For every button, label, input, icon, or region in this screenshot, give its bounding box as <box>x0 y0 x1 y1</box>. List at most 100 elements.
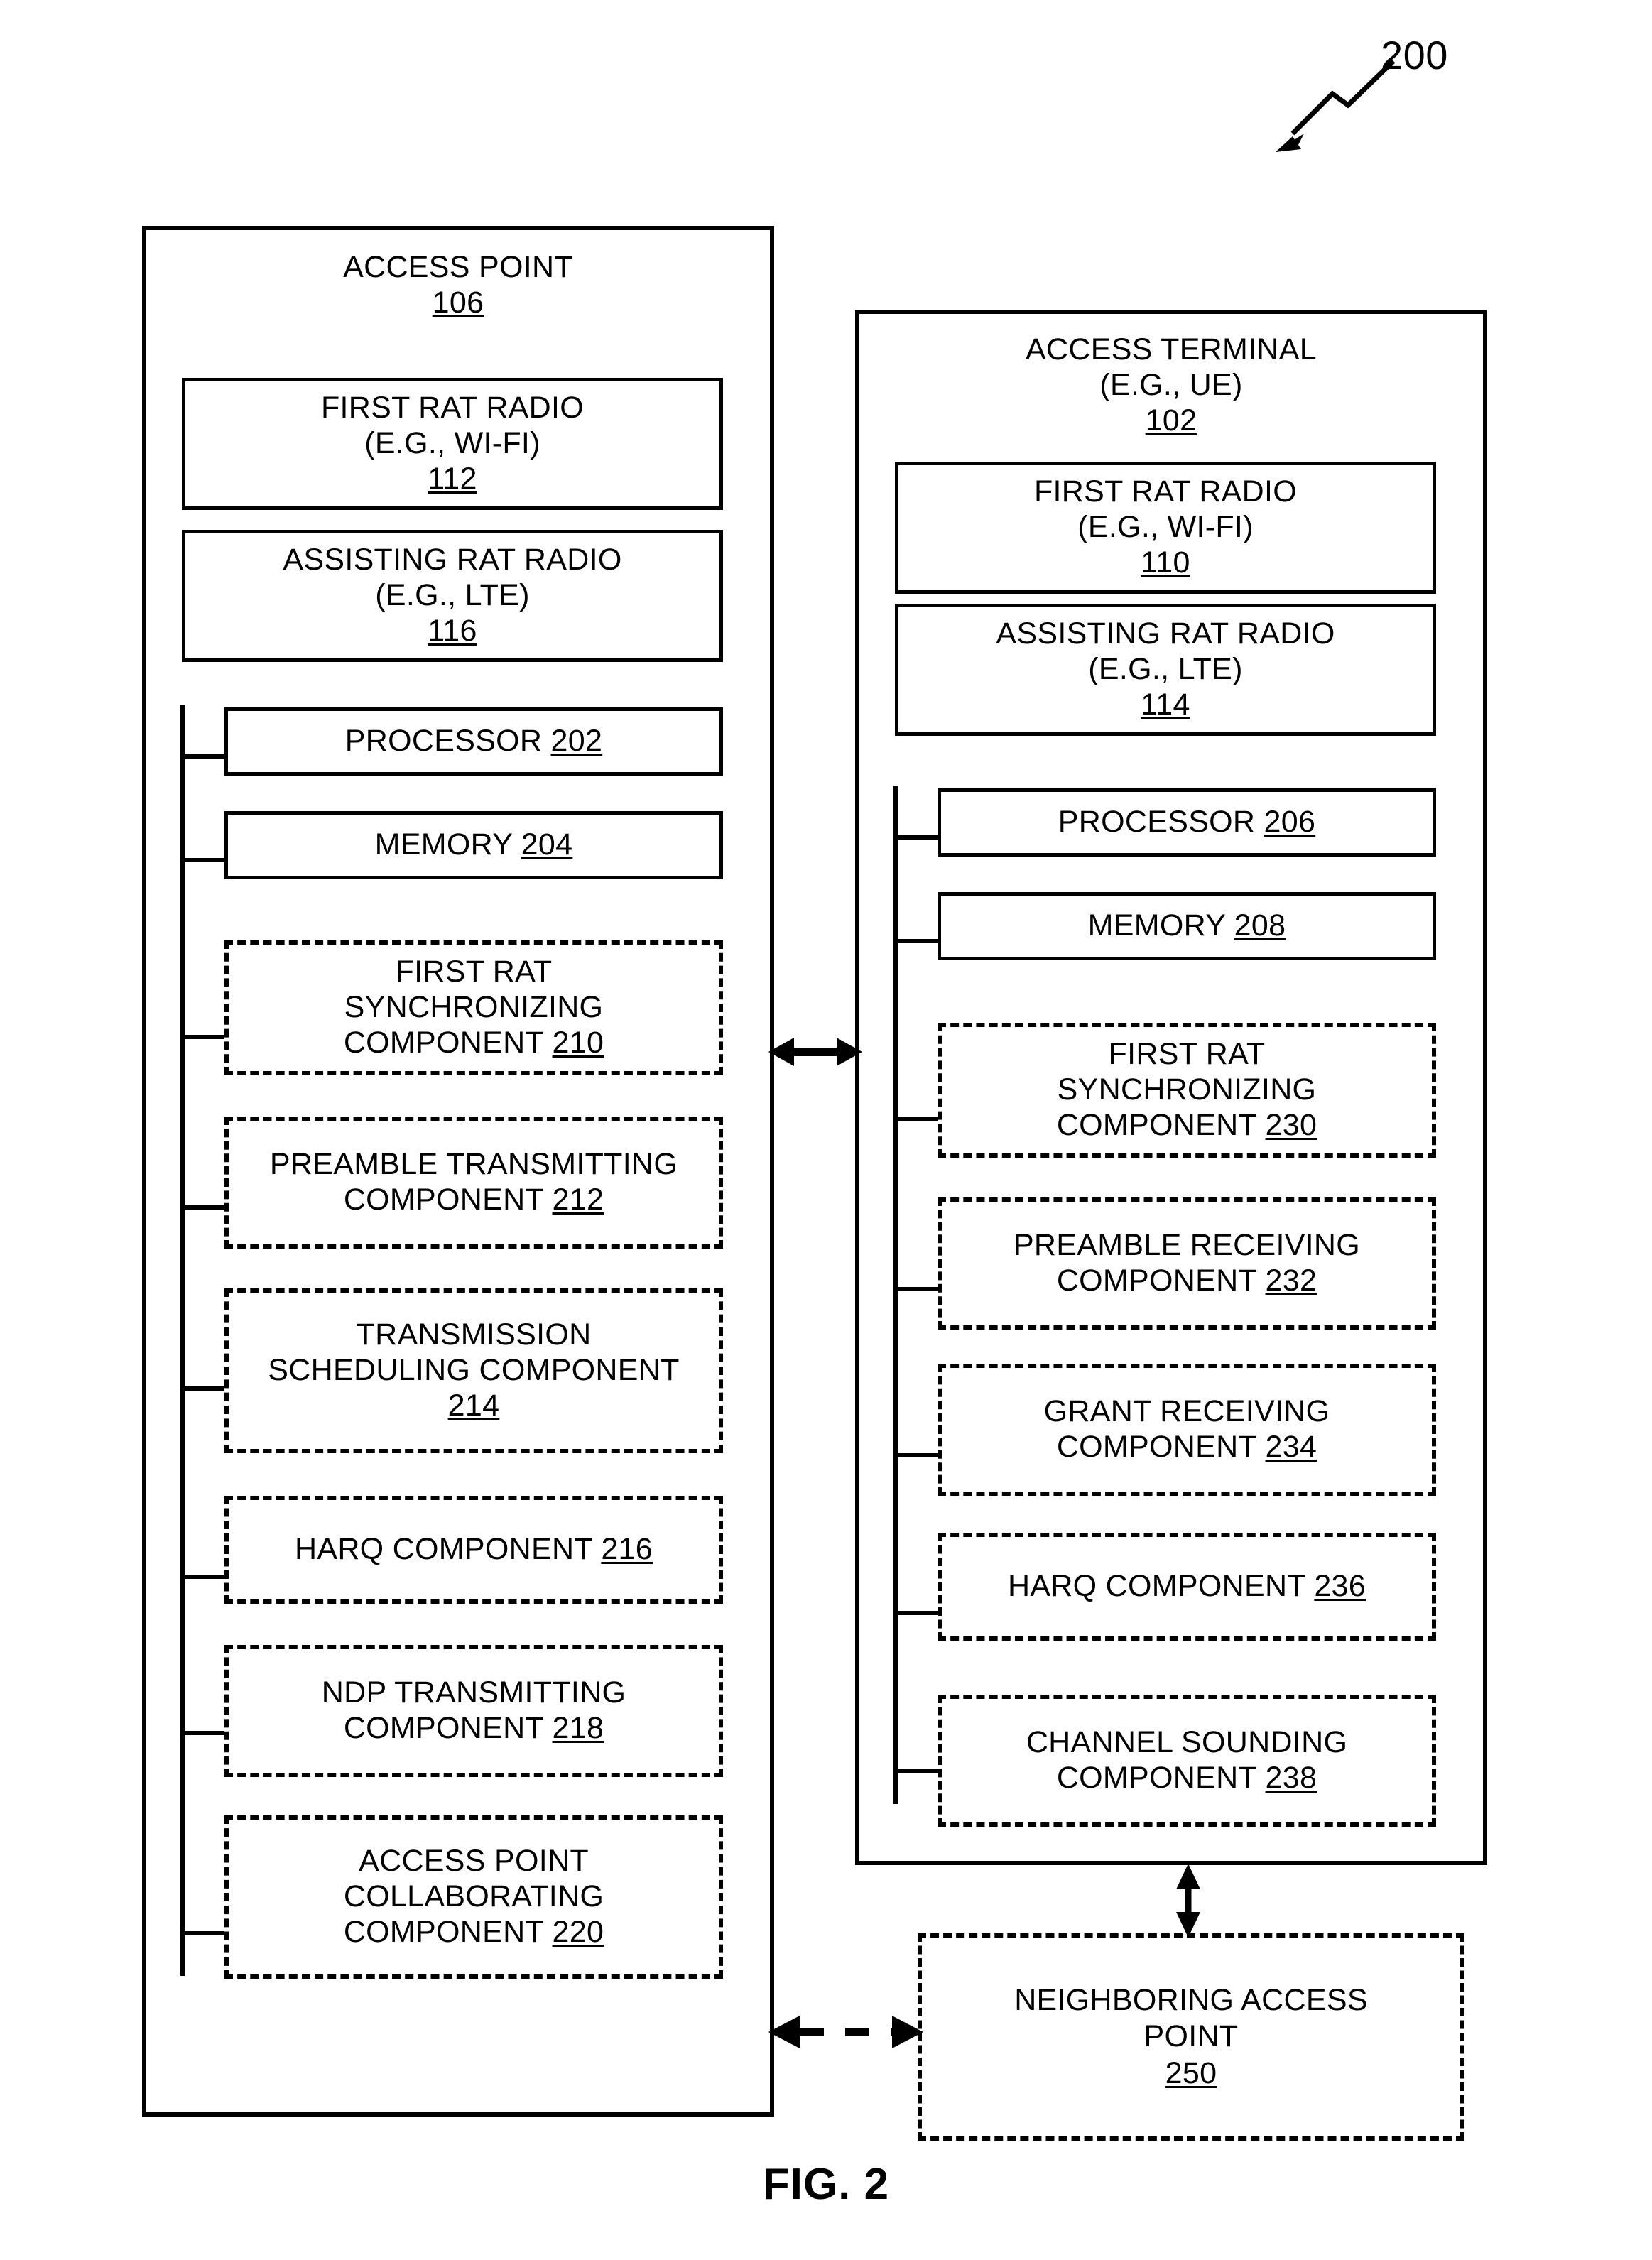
at-component-236-ref: 236 <box>1314 1569 1366 1604</box>
ap-memory-ref: 204 <box>521 827 573 862</box>
at-component-230-ref: 230 <box>1265 1107 1317 1142</box>
at-first-rat-radio-name: FIRST RAT RADIO <box>1033 474 1298 509</box>
ap-component-210-line3: COMPONENT <box>343 1025 544 1060</box>
at-component-box-238: CHANNEL SOUNDING COMPONENT 238 <box>938 1695 1436 1827</box>
ap-component-214-line2: SCHEDULING COMPONENT <box>268 1353 680 1388</box>
access-terminal-title: ACCESS TERMINAL (E.G., UE) 102 <box>859 332 1483 439</box>
at-bus-stub-component-230 <box>893 1117 938 1121</box>
access-point-container: ACCESS POINT 106 FIRST RAT RADIO (E.G., … <box>142 226 774 2117</box>
at-component-234-ref: 234 <box>1265 1430 1317 1464</box>
access-point-title-text: ACCESS POINT <box>343 250 573 284</box>
ap-processor-label: PROCESSOR <box>344 724 543 759</box>
ap-at-bidirectional-arrow <box>768 1038 862 1066</box>
access-point-title: ACCESS POINT 106 <box>146 250 770 321</box>
ap-assisting-rat-radio-name: ASSISTING RAT RADIO <box>283 543 622 577</box>
ap-component-218-ref: 218 <box>552 1711 604 1745</box>
at-processor-label: PROCESSOR <box>1058 805 1256 840</box>
ap-component-216-line1: HARQ COMPONENT <box>294 1532 593 1567</box>
ap-component-220-line2: COLLABORATING <box>343 1879 604 1914</box>
at-assisting-rat-radio-ref: 114 <box>1141 687 1190 722</box>
at-neighboring-ap-bidirectional-arrow <box>1176 1864 1200 1938</box>
ap-component-212-ref: 212 <box>552 1183 604 1217</box>
at-component-box-232: PREAMBLE RECEIVING COMPONENT 232 <box>938 1197 1436 1330</box>
at-memory-ref: 208 <box>1234 908 1286 943</box>
ap-first-rat-radio-example: (E.G., WI-FI) <box>364 426 540 461</box>
at-component-box-230: FIRST RAT SYNCHRONIZING COMPONENT 230 <box>938 1023 1436 1158</box>
ap-component-box-218: NDP TRANSMITTING COMPONENT 218 <box>224 1645 723 1777</box>
ap-bus-stub-processor <box>180 754 224 759</box>
ap-bus-stub-component-216 <box>180 1575 224 1579</box>
at-assisting-rat-radio-name: ASSISTING RAT RADIO <box>996 616 1335 651</box>
access-terminal-container: ACCESS TERMINAL (E.G., UE) 102 FIRST RAT… <box>855 310 1487 1865</box>
ap-component-box-214: TRANSMISSION SCHEDULING COMPONENT 214 <box>224 1288 723 1453</box>
at-bus-stub-component-232 <box>893 1287 938 1291</box>
ap-bus-stub-memory <box>180 858 224 862</box>
neighboring-access-point-box: NEIGHBORING ACCESS POINT 250 <box>918 1933 1464 2141</box>
ap-component-218-line1: NDP TRANSMITTING <box>321 1675 626 1710</box>
ap-assisting-rat-radio-ref: 116 <box>428 613 477 648</box>
ap-component-box-210: FIRST RAT SYNCHRONIZING COMPONENT 210 <box>224 940 723 1075</box>
ap-assisting-rat-radio-example: (E.G., LTE) <box>375 578 530 613</box>
ap-component-214-line1: TRANSMISSION <box>356 1318 592 1352</box>
ap-component-210-ref: 210 <box>552 1025 604 1060</box>
ap-component-216-ref: 216 <box>601 1532 653 1567</box>
ap-component-212-line1: PREAMBLE TRANSMITTING <box>269 1147 678 1182</box>
figure-caption: FIG. 2 <box>762 2160 890 2209</box>
ap-neighboring-ap-bidirectional-arrow <box>768 2016 923 2048</box>
at-bus-stub-component-236 <box>893 1611 938 1615</box>
neighboring-ap-ref: 250 <box>1165 2055 1217 2090</box>
ap-bus-stub-component-214 <box>180 1386 224 1391</box>
patent-figure-page: 200 ACCESS POINT 106 FIRST RAT RADIO (E.… <box>0 0 1652 2260</box>
at-assisting-rat-radio-box: ASSISTING RAT RADIO (E.G., LTE) 114 <box>895 604 1436 736</box>
at-component-230-line2: SYNCHRONIZING <box>1057 1072 1317 1107</box>
at-component-234-line2: COMPONENT <box>1056 1430 1257 1464</box>
at-processor-box: PROCESSOR 206 <box>938 788 1436 857</box>
ap-bus-stub-component-220 <box>180 1931 224 1935</box>
at-bus-stub-memory <box>893 939 938 943</box>
access-terminal-title-text: ACCESS TERMINAL <box>1026 332 1317 366</box>
ap-first-rat-radio-box: FIRST RAT RADIO (E.G., WI-FI) 112 <box>182 378 723 510</box>
ap-component-210-line2: SYNCHRONIZING <box>344 990 604 1025</box>
ap-component-218-line2: COMPONENT <box>343 1711 544 1745</box>
ap-bus-stub-component-218 <box>180 1731 224 1735</box>
at-first-rat-radio-box: FIRST RAT RADIO (E.G., WI-FI) 110 <box>895 462 1436 594</box>
access-terminal-ref: 102 <box>1145 403 1197 438</box>
ap-component-box-216: HARQ COMPONENT 216 <box>224 1496 723 1604</box>
access-point-ref: 106 <box>432 285 484 320</box>
at-component-238-ref: 238 <box>1265 1761 1317 1795</box>
ap-component-212-line2: COMPONENT <box>343 1183 544 1217</box>
access-terminal-example: (E.G., UE) <box>1099 367 1243 402</box>
at-component-box-236: HARQ COMPONENT 236 <box>938 1533 1436 1641</box>
at-memory-box: MEMORY 208 <box>938 892 1436 960</box>
at-component-238-line2: COMPONENT <box>1056 1761 1257 1795</box>
at-component-box-234: GRANT RECEIVING COMPONENT 234 <box>938 1364 1436 1496</box>
at-first-rat-radio-example: (E.G., WI-FI) <box>1077 510 1254 545</box>
at-component-232-ref: 232 <box>1265 1264 1317 1298</box>
ap-component-214-ref: 214 <box>447 1388 500 1423</box>
ap-component-220-ref: 220 <box>552 1914 604 1949</box>
at-bus-stub-processor <box>893 835 938 840</box>
at-component-238-line1: CHANNEL SOUNDING <box>1026 1725 1348 1760</box>
at-assisting-rat-radio-example: (E.G., LTE) <box>1088 652 1243 687</box>
ap-first-rat-radio-ref: 112 <box>428 461 477 496</box>
ap-assisting-rat-radio-box: ASSISTING RAT RADIO (E.G., LTE) 116 <box>182 530 723 662</box>
ap-component-210-line1: FIRST RAT <box>395 955 553 989</box>
at-component-234-line1: GRANT RECEIVING <box>1043 1394 1330 1429</box>
ap-connector-bus <box>180 705 185 1976</box>
neighboring-ap-line2: POINT <box>1143 2019 1239 2054</box>
at-component-232-line2: COMPONENT <box>1056 1264 1257 1298</box>
ap-component-box-212: PREAMBLE TRANSMITTING COMPONENT 212 <box>224 1117 723 1249</box>
ap-component-220-line1: ACCESS POINT <box>359 1844 589 1879</box>
at-component-230-line3: COMPONENT <box>1056 1107 1257 1142</box>
at-bus-stub-component-238 <box>893 1769 938 1773</box>
ap-bus-stub-component-210 <box>180 1035 224 1039</box>
ap-processor-box: PROCESSOR 202 <box>224 707 723 776</box>
ap-memory-box: MEMORY 204 <box>224 811 723 879</box>
ap-memory-label: MEMORY <box>374 827 513 862</box>
at-component-232-line1: PREAMBLE RECEIVING <box>1013 1228 1361 1263</box>
at-memory-label: MEMORY <box>1087 908 1226 943</box>
ap-processor-ref: 202 <box>550 724 603 759</box>
at-component-236-line1: HARQ COMPONENT <box>1007 1569 1306 1604</box>
at-processor-ref: 206 <box>1264 805 1316 840</box>
ap-bus-stub-component-212 <box>180 1205 224 1210</box>
